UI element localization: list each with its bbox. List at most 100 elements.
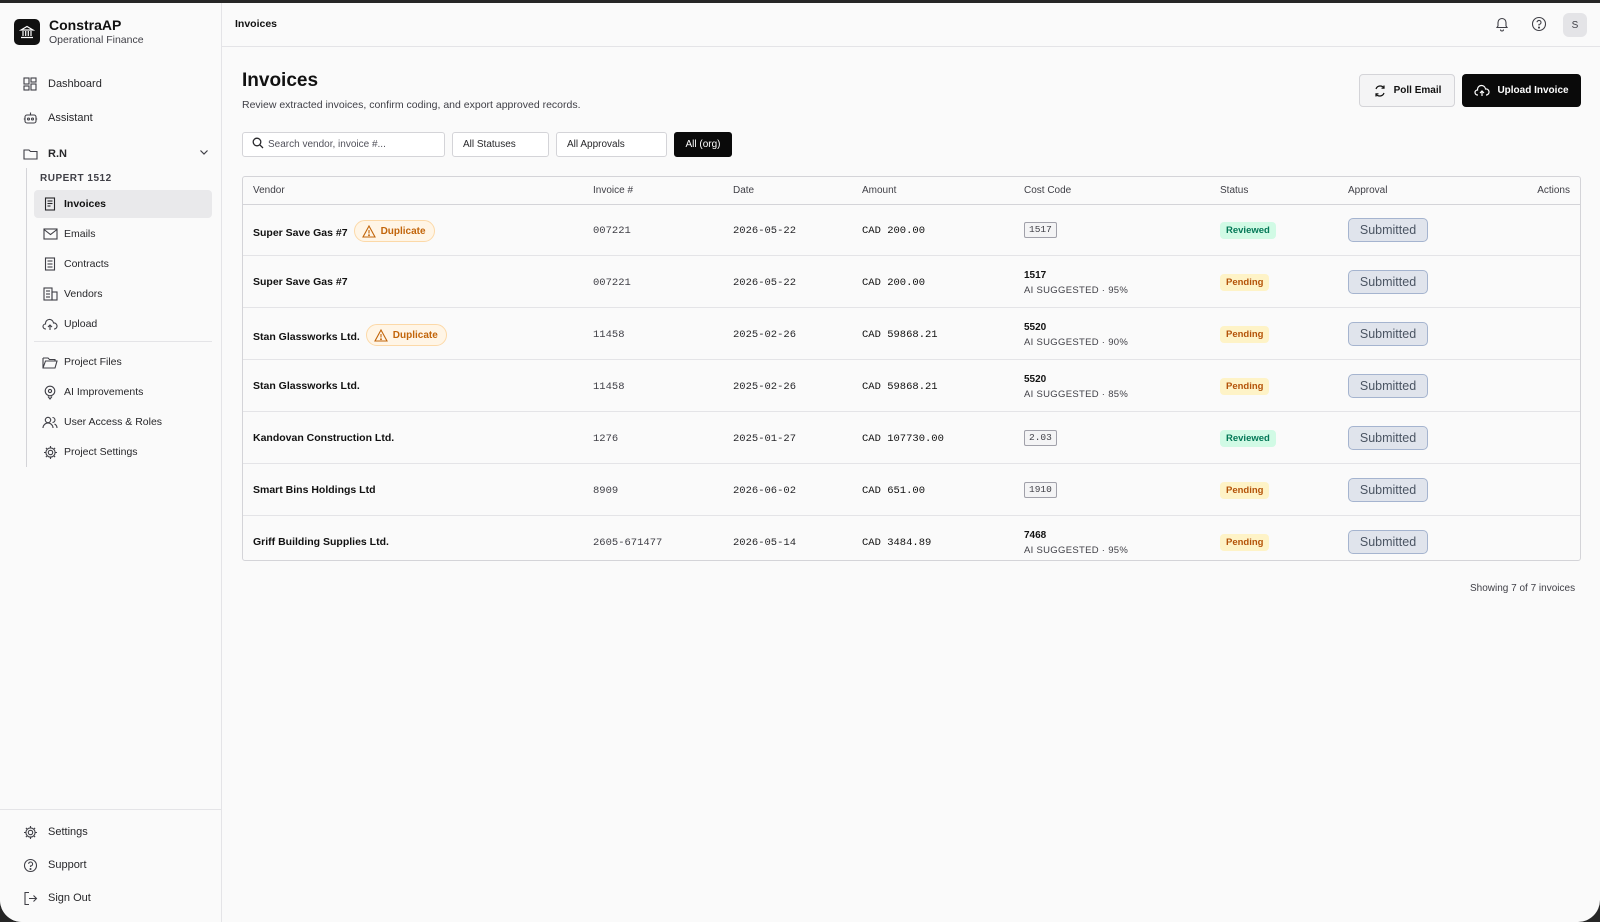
nav-settings[interactable]: Settings: [22, 821, 210, 843]
column-header-date[interactable]: Date: [733, 185, 754, 196]
invoice-number: 2605-671477: [593, 537, 663, 549]
nav-sign-out[interactable]: Sign Out: [22, 887, 210, 909]
nav-support[interactable]: Support: [22, 854, 210, 876]
vendor-name: Kandovan Construction Ltd.: [253, 432, 395, 444]
table-row[interactable]: Super Save Gas #7 Duplicate 007221 2026-…: [243, 205, 1580, 256]
chevron-down-icon[interactable]: [198, 146, 210, 161]
sidebar-item-ai-improvements[interactable]: AI Improvements: [34, 378, 212, 406]
sidebar-item-label: Project Files: [64, 356, 122, 368]
vendor-name: Griff Building Supplies Ltd.: [253, 536, 389, 548]
approval-button[interactable]: Submitted: [1348, 218, 1428, 242]
cost-code-chip: 1517: [1024, 222, 1057, 238]
approval-button[interactable]: Submitted: [1348, 322, 1428, 346]
nav-assistant[interactable]: Assistant: [22, 107, 210, 129]
sidebar-item-label: User Access & Roles: [64, 416, 163, 428]
column-header-approval[interactable]: Approval: [1348, 185, 1387, 196]
approval-button[interactable]: Submitted: [1348, 270, 1428, 294]
approval-button[interactable]: Submitted: [1348, 374, 1428, 398]
topbar: Invoices S: [222, 3, 1600, 47]
cost-code-chip: 2.03: [1024, 430, 1057, 446]
vendor-cell: Super Save Gas #7 Duplicate: [253, 220, 435, 242]
column-header-status[interactable]: Status: [1220, 185, 1248, 196]
column-header-invoice[interactable]: Invoice #: [593, 185, 633, 196]
sign-out-icon: [22, 890, 38, 906]
sidebar-item-upload[interactable]: Upload: [34, 310, 212, 338]
sidebar-item-invoices[interactable]: Invoices: [34, 190, 212, 218]
scope-filter-button[interactable]: All (org): [674, 132, 732, 157]
table-row[interactable]: Stan Glassworks Ltd. 11458 2025-02-26 CA…: [243, 361, 1580, 412]
vendor-name: Stan Glassworks Ltd.: [253, 380, 360, 392]
approval-button[interactable]: Submitted: [1348, 426, 1428, 450]
search-input[interactable]: [268, 139, 438, 150]
table-row[interactable]: Smart Bins Holdings Ltd 8909 2026-06-02 …: [243, 465, 1580, 516]
lightbulb-icon: [42, 384, 58, 400]
avatar[interactable]: S: [1563, 13, 1587, 37]
refresh-icon: [1373, 84, 1387, 98]
table-row[interactable]: Kandovan Construction Ltd. 1276 2025-01-…: [243, 413, 1580, 464]
table-row[interactable]: Griff Building Supplies Ltd. 2605-671477…: [243, 517, 1580, 561]
sidebar-item-label: Emails: [64, 228, 96, 240]
sidebar-item-user-access[interactable]: User Access & Roles: [34, 408, 212, 436]
sidebar: ConstraAP Operational Finance Dashboard …: [0, 3, 222, 922]
column-header-actions: Actions: [1537, 185, 1570, 196]
sidebar-item-label: Project Settings: [64, 446, 138, 458]
table-header: Vendor Invoice # Date Amount Cost Code S…: [243, 177, 1580, 205]
table-row[interactable]: Super Save Gas #7 007221 2026-05-22 CAD …: [243, 257, 1580, 308]
search-box[interactable]: [242, 132, 445, 157]
invoice-amount: CAD 3484.89: [862, 537, 932, 549]
app-window: ConstraAP Operational Finance Dashboard …: [0, 3, 1600, 922]
sidebar-item-contracts[interactable]: Contracts: [34, 250, 212, 278]
breadcrumb: Invoices: [235, 18, 278, 30]
help-circle-icon: [22, 857, 38, 873]
users-icon: [42, 414, 58, 430]
invoice-date: 2025-01-27: [733, 433, 797, 445]
approval-button[interactable]: Submitted: [1348, 530, 1428, 554]
invoice-amount: CAD 200.00: [862, 225, 926, 237]
nav-dashboard[interactable]: Dashboard: [22, 73, 210, 95]
bell-icon[interactable]: [1492, 14, 1512, 34]
brand[interactable]: ConstraAP Operational Finance: [14, 17, 144, 47]
poll-email-label: Poll Email: [1393, 85, 1442, 96]
document-icon: [42, 256, 58, 272]
approval-button[interactable]: Submitted: [1348, 478, 1428, 502]
invoice-amount: CAD 59868.21: [862, 381, 938, 393]
invoice-number: 007221: [593, 225, 631, 237]
sidebar-item-label: AI Improvements: [64, 386, 144, 398]
ai-suggestion: AI SUGGESTED · 85%: [1024, 389, 1129, 400]
column-header-cost-code[interactable]: Cost Code: [1024, 185, 1071, 196]
upload-invoice-button[interactable]: Upload Invoice: [1462, 74, 1581, 107]
invoice-date: 2026-05-22: [733, 277, 797, 289]
cost-code-chip: 1910: [1024, 482, 1057, 498]
approval-filter-select[interactable]: All Approvals: [556, 132, 667, 157]
column-header-vendor[interactable]: Vendor: [253, 185, 285, 196]
sidebar-item-project-files[interactable]: Project Files: [34, 348, 212, 376]
invoice-amount: CAD 200.00: [862, 277, 926, 289]
invoice-amount: CAD 107730.00: [862, 433, 944, 445]
poll-email-button[interactable]: Poll Email: [1359, 74, 1455, 107]
warning-icon: [361, 224, 376, 238]
nav-project-folder[interactable]: R.N: [22, 143, 210, 165]
invoice-date: 2026-05-14: [733, 537, 797, 549]
sidebar-item-label: Invoices: [64, 198, 107, 210]
help-circle-icon[interactable]: [1529, 14, 1549, 34]
status-badge: Reviewed: [1220, 222, 1276, 239]
invoice-date: 2026-05-22: [733, 225, 797, 237]
status-badge: Pending: [1220, 482, 1270, 499]
ai-suggestion: AI SUGGESTED · 95%: [1024, 285, 1129, 296]
tree-line: [26, 168, 27, 467]
ai-suggestion: AI SUGGESTED · 90%: [1024, 337, 1129, 348]
invoice-number: 11458: [593, 329, 625, 341]
status-badge: Pending: [1220, 274, 1270, 291]
status-filter-select[interactable]: All Statuses: [452, 132, 549, 157]
sidebar-item-emails[interactable]: Emails: [34, 220, 212, 248]
gear-icon: [22, 824, 38, 840]
sidebar-item-project-settings[interactable]: Project Settings: [34, 438, 212, 466]
column-header-amount[interactable]: Amount: [862, 185, 896, 196]
sidebar-item-vendors[interactable]: Vendors: [34, 280, 212, 308]
status-badge: Reviewed: [1220, 430, 1276, 447]
gear-icon: [42, 444, 58, 460]
invoice-amount: CAD 651.00: [862, 485, 926, 497]
nav-sign-out-label: Sign Out: [48, 892, 91, 904]
table-row[interactable]: Stan Glassworks Ltd. Duplicate 11458 202…: [243, 309, 1580, 360]
brand-subtitle: Operational Finance: [49, 34, 144, 46]
